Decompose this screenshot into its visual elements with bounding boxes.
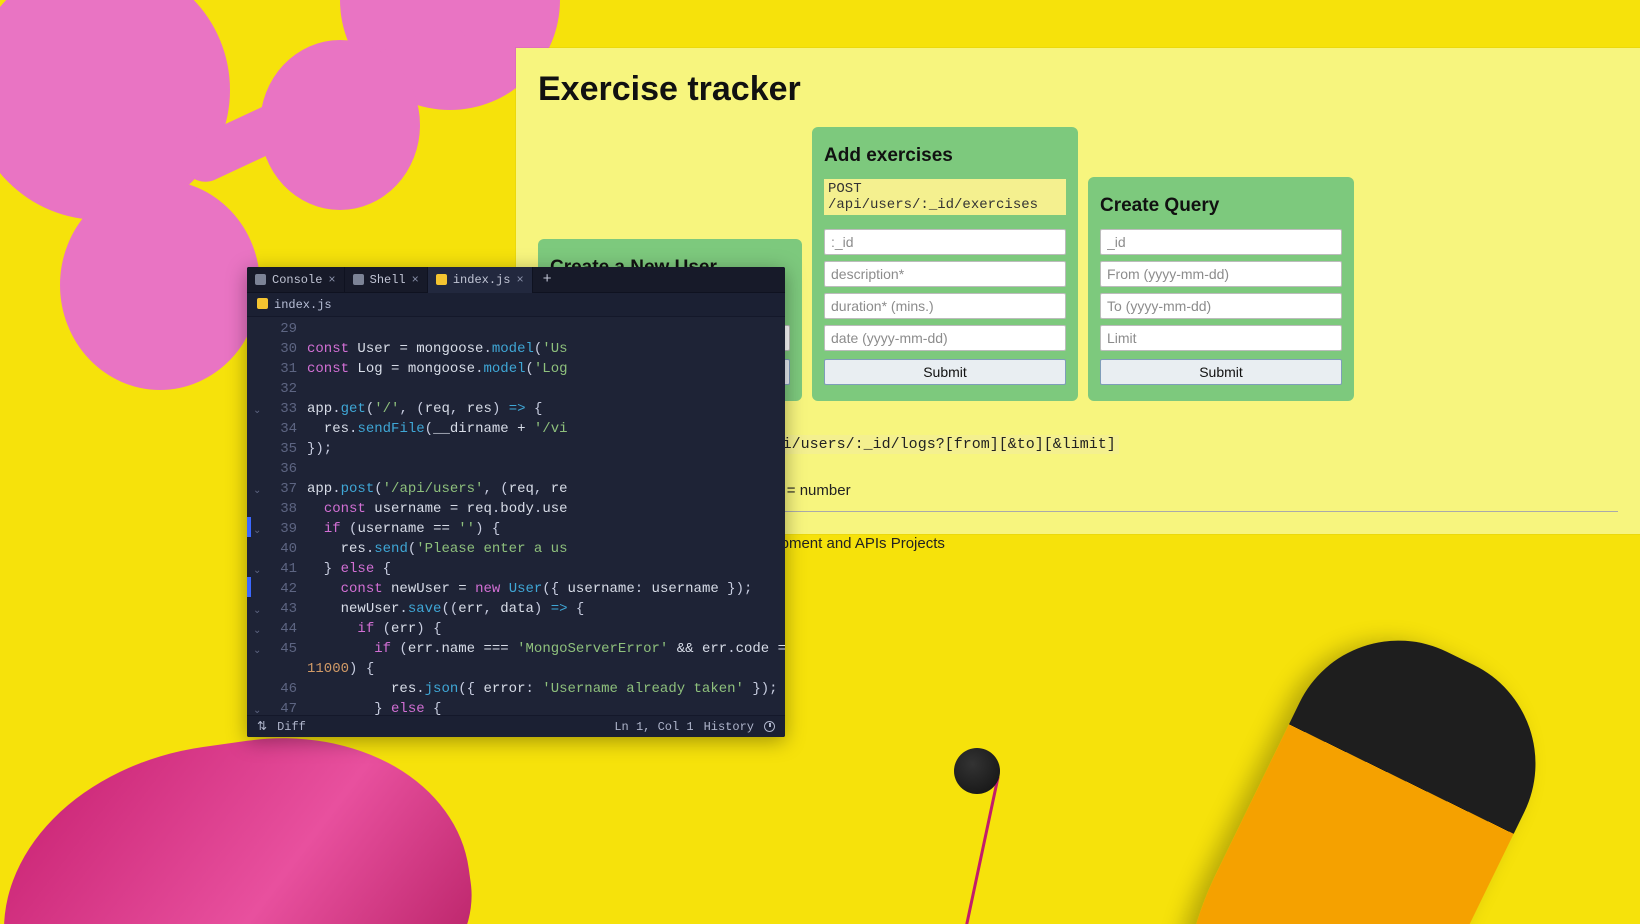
- code-content[interactable]: const User = mongoose.model('Usconst Log…: [301, 317, 785, 715]
- path-text: index.js: [274, 298, 332, 312]
- diff-icon[interactable]: ⇅: [257, 717, 267, 737]
- page-title: Exercise tracker: [538, 70, 1618, 109]
- shell-icon: [353, 274, 364, 285]
- history-label[interactable]: History: [704, 717, 754, 737]
- diff-label[interactable]: Diff: [277, 717, 306, 737]
- close-icon[interactable]: ×: [328, 270, 335, 290]
- card-add-exercises: Add exercises POST /api/users/:_id/exerc…: [812, 127, 1078, 401]
- tab-label: Shell: [370, 270, 406, 290]
- from-input[interactable]: [1100, 261, 1342, 287]
- bg-dumbbell: [260, 40, 420, 210]
- js-icon: [436, 274, 447, 285]
- tab-label: index.js: [453, 270, 511, 290]
- submit-button[interactable]: Submit: [1100, 359, 1342, 385]
- date-input[interactable]: [824, 325, 1066, 351]
- line-gutter: 29303132⌄33343536⌄3738⌄3940⌄4142⌄43⌄44⌄4…: [251, 317, 301, 715]
- tab-console[interactable]: Console ×: [247, 267, 345, 293]
- tab-shell[interactable]: Shell ×: [345, 267, 428, 293]
- js-icon: [257, 298, 268, 309]
- add-tab-button[interactable]: +: [533, 270, 562, 290]
- endpoint-label: POST /api/users/:_id/exercises: [824, 179, 1066, 215]
- close-icon[interactable]: ×: [516, 270, 523, 290]
- cursor-position: Ln 1, Col 1: [614, 717, 693, 737]
- submit-button[interactable]: Submit: [824, 359, 1066, 385]
- bg-earbud: [954, 748, 1000, 794]
- code-area[interactable]: 29303132⌄33343536⌄3738⌄3940⌄4142⌄43⌄44⌄4…: [247, 317, 785, 715]
- description-input[interactable]: [824, 261, 1066, 287]
- history-icon[interactable]: [764, 721, 775, 732]
- status-bar: ⇅ Diff Ln 1, Col 1 History: [247, 715, 785, 737]
- tab-file[interactable]: index.js ×: [428, 267, 533, 293]
- limit-text: = number: [783, 482, 851, 499]
- limit-input[interactable]: [1100, 325, 1342, 351]
- to-input[interactable]: [1100, 293, 1342, 319]
- close-icon[interactable]: ×: [412, 270, 419, 290]
- code-editor: Console × Shell × index.js × + index.js …: [247, 267, 785, 737]
- card-heading: Create Query: [1100, 195, 1342, 217]
- duration-input[interactable]: [824, 293, 1066, 319]
- file-path: index.js: [247, 293, 785, 317]
- bg-dumbbell: [60, 180, 260, 390]
- bg-cable: [957, 776, 999, 924]
- bg-shoe: [0, 713, 489, 924]
- bg-bottle: [1137, 603, 1572, 924]
- card-heading: Add exercises: [824, 145, 1066, 167]
- card-create-query: Create Query Submit: [1088, 177, 1354, 401]
- tab-label: Console: [272, 270, 322, 290]
- id-input[interactable]: [1100, 229, 1342, 255]
- tabs-bar: Console × Shell × index.js × +: [247, 267, 785, 293]
- id-input[interactable]: [824, 229, 1066, 255]
- console-icon: [255, 274, 266, 285]
